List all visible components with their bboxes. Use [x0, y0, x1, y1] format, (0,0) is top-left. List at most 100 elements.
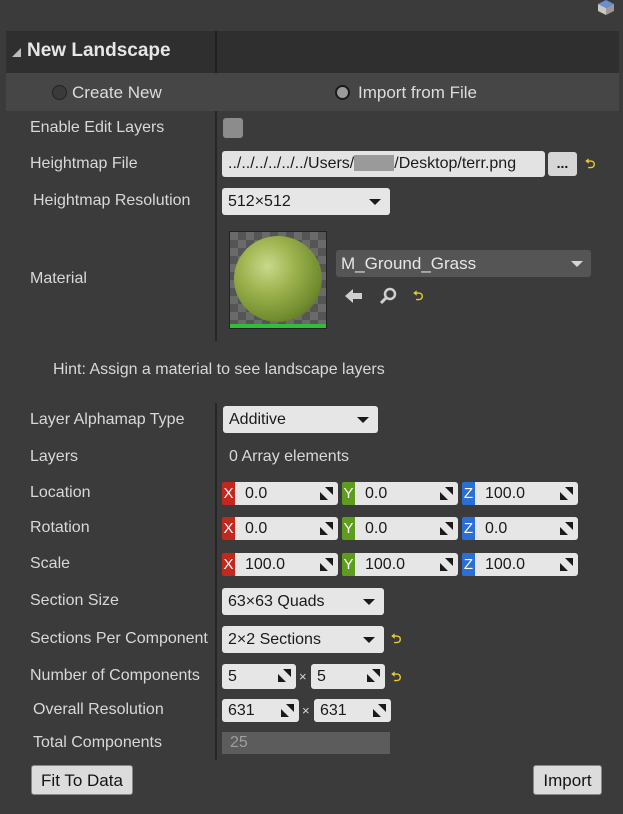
overall-resolution-x-input[interactable]: 631 [222, 699, 299, 722]
overall-resolution-y-value: 631 [320, 702, 347, 719]
location-z-value: 100.0 [485, 485, 526, 502]
scale-y-value: 100.0 [365, 556, 406, 573]
overall-resolution-label: Overall Resolution [33, 701, 164, 718]
total-components-readonly-field: 25 [222, 732, 390, 754]
grass-sphere-preview [234, 236, 322, 322]
import-from-file-label[interactable]: Import from File [358, 83, 477, 103]
spin-drag-icon[interactable] [320, 487, 333, 500]
section-size-value: 63×63 Quads [228, 593, 325, 610]
material-dropdown[interactable]: M_Ground_Grass [336, 250, 591, 277]
reset-arrow-icon[interactable]: ⮌ [585, 155, 595, 177]
spin-drag-icon[interactable] [560, 487, 573, 500]
location-x-input[interactable]: 0.0 [235, 482, 338, 505]
components-x-value: 5 [228, 668, 237, 685]
fit-to-data-button[interactable]: Fit To Data [31, 765, 133, 795]
heightmap-file-label: Heightmap File [30, 155, 138, 172]
sections-per-component-dropdown[interactable]: 2×2 Sections [222, 626, 384, 653]
location-x-axis-label: X [222, 482, 235, 505]
section-size-dropdown[interactable]: 63×63 Quads [222, 588, 384, 615]
spin-drag-icon[interactable] [440, 558, 453, 571]
material-thumbnail[interactable] [229, 231, 327, 329]
rotation-y-value: 0.0 [365, 520, 388, 537]
spin-drag-icon[interactable] [367, 669, 380, 682]
scale-x-value: 100.0 [245, 556, 286, 573]
sections-per-component-value: 2×2 Sections [228, 631, 321, 648]
spin-drag-icon[interactable] [281, 704, 294, 717]
column-divider [215, 111, 217, 341]
enable-edit-layers-checkbox[interactable] [223, 118, 243, 138]
import-from-file-radio[interactable] [335, 85, 350, 100]
collapse-triangle-icon[interactable] [12, 48, 21, 57]
location-z-input[interactable]: 100.0 [475, 482, 578, 505]
material-hint-text: Hint: Assign a material to see landscape… [53, 361, 385, 378]
sections-per-component-label: Sections Per Component [30, 630, 208, 647]
use-selected-arrow-icon[interactable] [344, 287, 364, 305]
scale-y-input[interactable]: 100.0 [355, 553, 458, 576]
number-of-components-label: Number of Components [30, 667, 200, 684]
chevron-down-icon [363, 599, 375, 605]
location-y-value: 0.0 [365, 485, 388, 502]
header-divider [215, 31, 217, 73]
reset-arrow-icon[interactable]: ⮌ [413, 287, 423, 309]
landscape-tool-icon[interactable] [594, 0, 618, 16]
redacted-username [354, 155, 395, 171]
rotation-y-input[interactable]: 0.0 [355, 517, 458, 540]
path-suffix: /Desktop/terr.png [394, 155, 517, 172]
rotation-z-axis-label: Z [462, 517, 475, 540]
spin-drag-icon[interactable] [440, 487, 453, 500]
create-new-radio[interactable] [52, 85, 67, 100]
browse-search-icon[interactable] [379, 287, 399, 305]
section-title: New Landscape [27, 40, 171, 61]
import-button[interactable]: Import [533, 765, 602, 795]
chevron-down-icon [363, 637, 375, 643]
reset-arrow-icon[interactable]: ⮌ [391, 668, 401, 690]
scale-z-axis-label: Z [462, 553, 475, 576]
create-new-label[interactable]: Create New [72, 83, 162, 103]
location-y-axis-label: Y [342, 482, 355, 505]
spin-drag-icon[interactable] [560, 558, 573, 571]
layer-alphamap-type-label: Layer Alphamap Type [30, 411, 185, 428]
chevron-down-icon [571, 261, 583, 267]
heightmap-resolution-dropdown[interactable]: 512×512 [222, 188, 390, 215]
location-z-axis-label: Z [462, 482, 475, 505]
material-label: Material [30, 270, 87, 287]
spin-drag-icon[interactable] [278, 669, 291, 682]
rotation-x-axis-label: X [222, 517, 235, 540]
rotation-z-value: 0.0 [485, 520, 508, 537]
components-y-value: 5 [317, 668, 326, 685]
heightmap-resolution-label: Heightmap Resolution [33, 192, 191, 209]
spin-drag-icon[interactable] [373, 704, 386, 717]
chevron-down-icon [357, 417, 369, 423]
rotation-label: Rotation [30, 519, 90, 536]
rotation-x-input[interactable]: 0.0 [235, 517, 338, 540]
new-landscape-header[interactable]: New Landscape [6, 31, 619, 73]
enable-edit-layers-label: Enable Edit Layers [30, 119, 165, 136]
heightmap-resolution-value: 512×512 [228, 193, 291, 210]
components-y-input[interactable]: 5 [311, 664, 385, 689]
reset-arrow-icon[interactable]: ⮌ [391, 630, 401, 652]
scale-z-input[interactable]: 100.0 [475, 553, 578, 576]
layer-alphamap-type-dropdown[interactable]: Additive [223, 406, 378, 433]
scale-x-input[interactable]: 100.0 [235, 553, 338, 576]
layers-array-count: 0 Array elements [229, 448, 350, 465]
spin-drag-icon[interactable] [320, 558, 333, 571]
overall-resolution-x-value: 631 [228, 702, 255, 719]
location-y-input[interactable]: 0.0 [355, 482, 458, 505]
section-size-label: Section Size [30, 592, 119, 609]
spin-drag-icon[interactable] [320, 522, 333, 535]
alphamap-value: Additive [229, 411, 286, 428]
scale-label: Scale [30, 555, 71, 572]
spin-drag-icon[interactable] [560, 522, 573, 535]
times-symbol: × [299, 669, 307, 684]
components-x-input[interactable]: 5 [222, 664, 296, 689]
material-type-bar [230, 324, 326, 328]
heightmap-file-path-field[interactable]: ../../../../../../Users/ /Desktop/terr.pn… [222, 151, 545, 177]
browse-file-button[interactable]: ... [548, 152, 577, 176]
overall-resolution-y-input[interactable]: 631 [314, 699, 391, 722]
total-components-label: Total Components [33, 734, 162, 751]
mode-bar: Create New Import from File [6, 73, 619, 111]
rotation-z-input[interactable]: 0.0 [475, 517, 578, 540]
scale-y-axis-label: Y [342, 553, 355, 576]
times-symbol: × [302, 703, 310, 718]
spin-drag-icon[interactable] [440, 522, 453, 535]
